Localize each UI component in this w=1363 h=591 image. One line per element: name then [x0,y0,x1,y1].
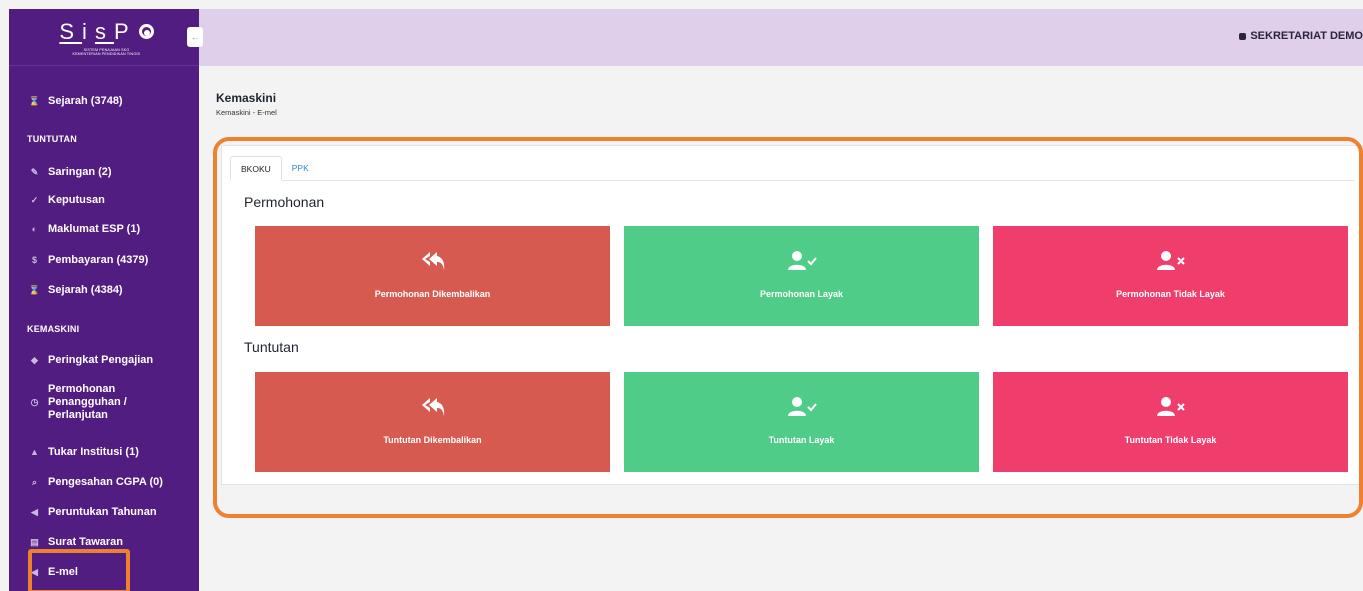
document-icon: ▤ [30,536,39,547]
sidebar-item-sejarah-tuntutan[interactable]: ⌛ Sejarah (4384) [29,284,123,296]
sidebar-item-keputusan[interactable]: ✓ Keputusan [29,194,105,206]
logo-letter: i [82,18,95,44]
sidebar-item-label: Surat Tawaran [48,536,123,548]
topbar: SEKRETARIAT DEMO [199,9,1363,66]
sidebar-item-pengesahan-cgpa[interactable]: ⌕ Pengesahan CGPA (0) [29,476,163,488]
check-icon: ✓ [30,194,39,205]
sidebar-item-peruntukan-tahunan[interactable]: ◀ Peruntukan Tahunan [29,506,157,518]
search-icon: ⌕ [31,476,38,487]
sidebar-item-label: Tukar Institusi (1) [48,446,139,458]
label-line: Permohonan [48,383,116,395]
logo-letter: S [59,18,83,44]
label-line: Penangguhan / [48,396,127,408]
graduation-cap-icon: ◆ [31,354,38,365]
logo-subtitle: SISTEM PENAJAAN SKO KEMENTERIAN PENDIDIK… [72,48,140,56]
sidebar-item-label: Saringan (2) [48,166,112,178]
sidebar-item-label: Permohonan Penangguhan / Perlanjutan [48,383,127,422]
hourglass-icon: ⌛ [28,284,41,295]
sidebar-item-label: Sejarah (3748) [48,95,123,107]
user-icon: ▲ [30,447,39,457]
filter-icon: ✎ [30,166,39,177]
sidebar-item-tukar-institusi[interactable]: ▲ Tukar Institusi (1) [29,446,139,458]
highlight-box-emel [28,549,130,591]
user-icon [1239,32,1247,40]
clock-icon: ◷ [30,397,39,407]
arrow-left-icon[interactable]: ← [187,27,203,47]
sidebar-item-label: Keputusan [48,194,105,206]
sidebar-item-saringan[interactable]: ✎ Saringan (2) [29,166,112,178]
logo-letter: P [113,18,137,44]
sidebar-item-pembayaran[interactable]: $ Pembayaran (4379) [29,254,148,266]
dollar-icon: $ [31,255,37,265]
send-icon: ◀ [31,506,38,517]
logo[interactable]: SisP SISTEM PENAJAAN SKO KEMENTERIAN PEN… [9,9,199,66]
sidebar-item-surat-tawaran[interactable]: ▤ Surat Tawaran [29,536,123,548]
sidebar-item-label: Sejarah (4384) [48,284,123,296]
sidebar-item-sejarah[interactable]: ⌛ Sejarah (3748) [29,95,123,107]
sidebar-item-label: Peringkat Pengajian [48,354,154,366]
sidebar-item-label: Pembayaran (4379) [48,254,149,266]
sidebar-item-permohonan-penangguhan[interactable]: ◷ Permohonan Penangguhan / Perlanjutan [29,383,127,422]
logo-subtitle-line: KEMENTERIAN PENDIDIKAN TINGGI [72,51,141,56]
sidebar-item-peringkat-pengajian[interactable]: ◆ Peringkat Pengajian [29,354,153,366]
label-line: Perlanjutan [48,409,108,421]
page-title: Kemaskini [216,91,277,105]
user-menu[interactable]: SEKRETARIAT DEMO [1239,30,1363,42]
app-window: SisP SISTEM PENAJAAN SKO KEMENTERIAN PEN… [9,9,1363,591]
highlight-box-content [213,137,1363,518]
hourglass-icon: ⌛ [28,95,41,106]
section-header-tuntutan: TUNTUTAN [27,134,77,144]
info-icon: ◐ [31,224,38,234]
sidebar-item-label: Maklumat ESP (1) [48,223,141,235]
breadcrumb: Kemaskini - E-mel [216,108,277,117]
sidebar: SisP SISTEM PENAJAAN SKO KEMENTERIAN PEN… [9,9,199,591]
logo-title: SisP [59,18,154,45]
section-header-kemaskini: KEMASKINI [27,324,80,334]
sidebar-item-label: Pengesahan CGPA (0) [48,476,163,488]
logo-o-icon [138,24,154,39]
sidebar-item-label: Peruntukan Tahunan [48,506,157,518]
logo-letter: s [94,18,114,44]
user-name: SEKRETARIAT DEMO [1250,30,1363,42]
sidebar-item-maklumat-esp[interactable]: ◐ Maklumat ESP (1) [29,223,140,235]
